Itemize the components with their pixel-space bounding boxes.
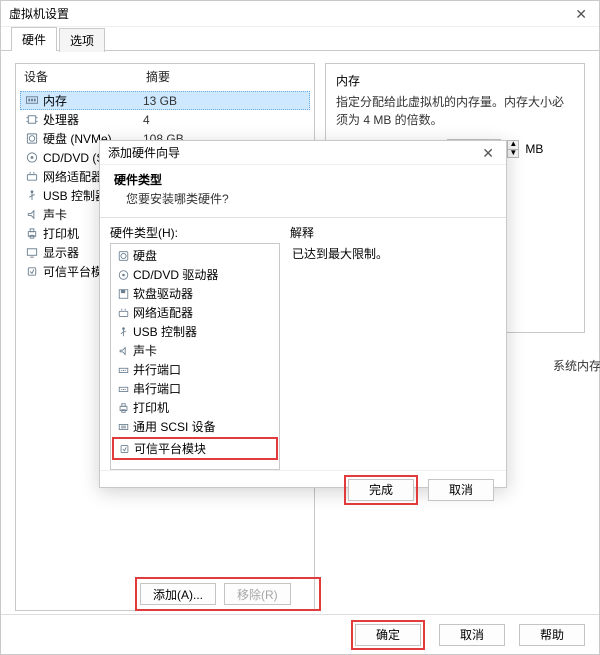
wizard-title: 添加硬件向导 <box>108 141 180 165</box>
header-summary: 摘要 <box>146 68 170 85</box>
wizard-type-item-label: USB 控制器 <box>133 323 197 340</box>
ok-button[interactable]: 确定 <box>355 624 421 646</box>
disk-icon <box>116 249 130 262</box>
wizard-type-item[interactable]: 硬盘 <box>113 246 277 265</box>
usb-icon <box>116 325 130 338</box>
wizard-type-item[interactable]: 声卡 <box>113 341 277 360</box>
wizard-type-item-label: 声卡 <box>133 342 157 359</box>
floppy-icon <box>116 287 130 300</box>
cd-icon <box>24 151 39 165</box>
wizard-finish-button[interactable]: 完成 <box>348 479 414 501</box>
remove-hardware-button[interactable]: 移除(R) <box>224 583 291 605</box>
device-row[interactable]: 处理器4 <box>20 110 310 129</box>
wizard-type-item-label: 通用 SCSI 设备 <box>133 418 216 435</box>
window-titlebar: 虚拟机设置 ✕ <box>1 1 599 27</box>
wizard-expl-label: 解释 <box>290 224 496 241</box>
port-icon <box>116 382 130 395</box>
wizard-type-item[interactable]: USB 控制器 <box>113 322 277 341</box>
net-icon <box>116 306 130 319</box>
wizard-type-item[interactable]: 串行端口 <box>113 379 277 398</box>
device-list-header: 设备 摘要 <box>16 64 314 89</box>
wizard-heading: 硬件类型 <box>114 171 494 188</box>
wizard-type-item-label: 串行端口 <box>133 380 181 397</box>
sound-icon <box>116 344 130 357</box>
wizard-expl-text: 已达到最大限制。 <box>290 243 496 264</box>
add-hardware-wizard: 添加硬件向导 ✕ 硬件类型 您要安装哪类硬件? 硬件类型(H): 硬盘 CD/DV… <box>99 140 507 488</box>
memory-title: 内存 <box>336 72 574 89</box>
dialog-footer: 确定 取消 帮助 <box>1 614 599 654</box>
tab-hardware[interactable]: 硬件 <box>11 27 57 51</box>
add-hardware-button[interactable]: 添加(A)... <box>140 583 216 605</box>
tpm-icon <box>117 442 131 455</box>
wizard-type-item-label: CD/DVD 驱动器 <box>133 266 218 283</box>
device-name: 内存 <box>43 92 143 109</box>
memory-unit: MB <box>525 142 543 156</box>
tab-bar: 硬件 选项 <box>1 27 599 51</box>
wizard-type-item[interactable]: 打印机 <box>113 398 277 417</box>
window-title: 虚拟机设置 <box>9 1 69 27</box>
wizard-type-item-label: 并行端口 <box>133 361 181 378</box>
cancel-button[interactable]: 取消 <box>439 624 505 646</box>
device-summary: 4 <box>143 113 306 127</box>
system-memory-label: 系统内存 <box>553 357 600 374</box>
net-icon <box>24 170 39 184</box>
wizard-close-icon[interactable]: ✕ <box>478 146 498 160</box>
port-icon <box>116 363 130 376</box>
cd-icon <box>116 268 130 281</box>
wizard-type-item-label: 打印机 <box>133 399 169 416</box>
wizard-header: 硬件类型 您要安装哪类硬件? <box>100 165 506 213</box>
wizard-subheading: 您要安装哪类硬件? <box>114 190 494 207</box>
header-device: 设备 <box>24 68 146 85</box>
device-row[interactable]: 内存13 GB <box>20 91 310 110</box>
wizard-type-item-label: 可信平台模块 <box>134 440 206 457</box>
wizard-type-list[interactable]: 硬盘 CD/DVD 驱动器软盘驱动器网络适配器 USB 控制器声卡并行端口串行端口打… <box>110 243 280 470</box>
scsi-icon <box>116 420 130 433</box>
help-button[interactable]: 帮助 <box>519 624 585 646</box>
wizard-type-item[interactable]: 通用 SCSI 设备 <box>113 417 277 436</box>
wizard-type-item[interactable]: CD/DVD 驱动器 <box>113 265 277 284</box>
wizard-type-item-label: 网络适配器 <box>133 304 193 321</box>
close-icon[interactable]: ✕ <box>571 7 591 21</box>
wizard-type-item-label: 硬盘 <box>133 247 157 264</box>
wizard-titlebar: 添加硬件向导 ✕ <box>100 141 506 165</box>
wizard-type-item[interactable]: 网络适配器 <box>113 303 277 322</box>
wizard-type-item-label: 软盘驱动器 <box>133 285 193 302</box>
wizard-type-item[interactable]: 并行端口 <box>113 360 277 379</box>
printer-icon <box>24 227 39 241</box>
memory-icon <box>24 94 39 108</box>
usb-icon <box>24 189 39 203</box>
wizard-cancel-button[interactable]: 取消 <box>428 479 494 501</box>
wizard-footer: 完成 取消 <box>100 470 506 508</box>
memory-desc: 指定分配给此虚拟机的内存量。内存大小必须为 4 MB 的倍数。 <box>336 93 574 129</box>
cpu-icon <box>24 113 39 127</box>
device-summary: 13 GB <box>143 94 306 108</box>
wizard-type-item[interactable]: 可信平台模块 <box>112 437 278 460</box>
wizard-type-label: 硬件类型(H): <box>110 224 280 241</box>
tab-options[interactable]: 选项 <box>59 28 105 52</box>
memory-spinner[interactable]: ▲▼ <box>507 140 519 158</box>
add-remove-group: 添加(A)... 移除(R) <box>135 577 321 611</box>
wizard-type-item[interactable]: 软盘驱动器 <box>113 284 277 303</box>
device-name: 处理器 <box>43 111 143 128</box>
display-icon <box>24 246 39 260</box>
disk-icon <box>24 132 39 146</box>
tpm-icon <box>24 265 39 279</box>
printer-icon <box>116 401 130 414</box>
sound-icon <box>24 208 39 222</box>
